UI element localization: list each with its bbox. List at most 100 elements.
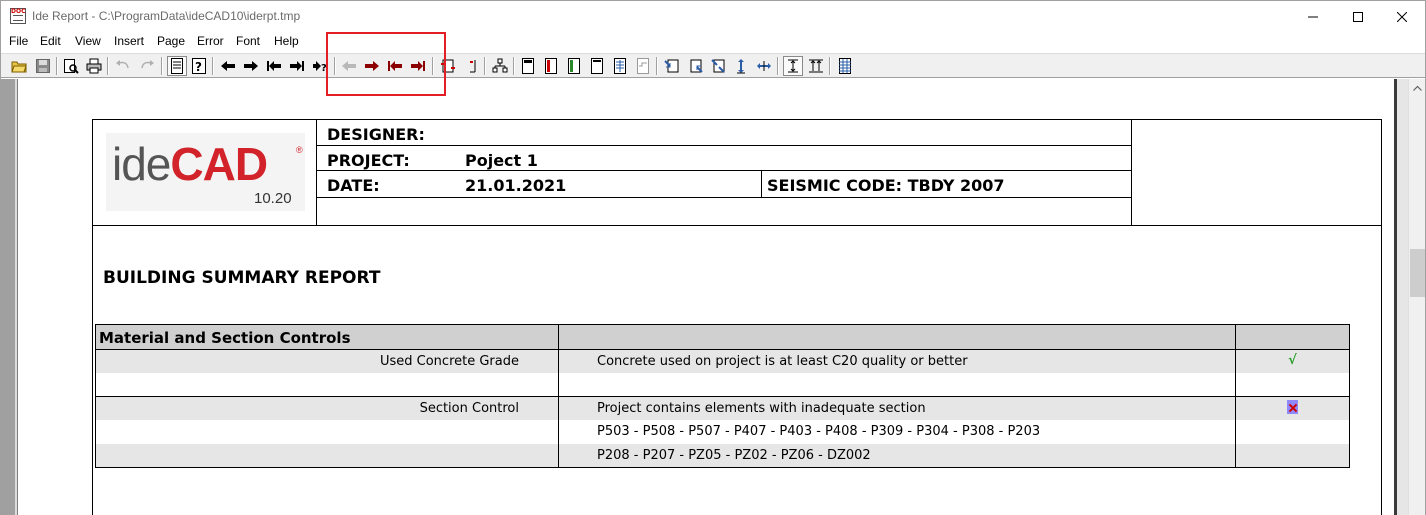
- toolbar-separator: [334, 57, 336, 75]
- menu-help[interactable]: Help: [273, 34, 300, 48]
- logo-cad-text: CAD: [170, 138, 268, 190]
- scroll-up-button[interactable]: [1409, 79, 1426, 96]
- single-page-button[interactable]: [783, 56, 803, 76]
- report-window: DOC Ide Report - C:\ProgramData\ideCAD10…: [0, 0, 1426, 515]
- table-header-row: Material and Section Controls: [96, 325, 1349, 350]
- tree-icon: [492, 58, 508, 73]
- toolbar-separator: [161, 57, 163, 75]
- project-label: PROJECT:: [327, 151, 410, 170]
- next-error-button[interactable]: [362, 56, 382, 76]
- zoom-2-button[interactable]: [685, 56, 705, 76]
- layout-1-icon: [522, 58, 534, 74]
- menu-edit[interactable]: Edit: [39, 34, 62, 48]
- goto-page-button[interactable]: ?: [310, 56, 330, 76]
- context-help-button[interactable]: ?: [189, 56, 209, 76]
- redo-icon: [141, 60, 154, 69]
- refresh-button[interactable]: [438, 56, 458, 76]
- menu-font[interactable]: Font: [235, 34, 261, 48]
- open-button[interactable]: [9, 56, 29, 76]
- menu-page[interactable]: Page: [156, 34, 186, 48]
- layout-4-button[interactable]: [587, 56, 607, 76]
- fail-x-icon: [1287, 400, 1298, 414]
- toolbar-separator: [107, 57, 109, 75]
- maximize-button[interactable]: [1335, 1, 1381, 32]
- first-icon: [267, 61, 281, 71]
- project-row: PROJECT: Poject 1: [317, 146, 1131, 171]
- toolbar-separator: [513, 57, 515, 75]
- menu-error[interactable]: Error: [196, 34, 225, 48]
- check-icon: √: [1288, 353, 1297, 368]
- menu-insert[interactable]: Insert: [113, 34, 145, 48]
- close-button[interactable]: [1379, 1, 1425, 32]
- scroll-thumb[interactable]: [1410, 249, 1425, 297]
- layout-2-icon: [545, 58, 557, 74]
- print-button[interactable]: [84, 56, 104, 76]
- page-view-button[interactable]: [167, 56, 187, 76]
- svg-text:?: ?: [321, 63, 327, 72]
- zoom-3-button[interactable]: [708, 56, 728, 76]
- layout-3-icon: [568, 58, 580, 74]
- context-help-icon: ?: [192, 58, 206, 74]
- print-preview-button[interactable]: [61, 56, 81, 76]
- last-error-button[interactable]: [408, 56, 428, 76]
- columns-button[interactable]: [835, 56, 855, 76]
- logo-ide-text: ide: [112, 138, 171, 190]
- layout-4-icon: [591, 58, 603, 74]
- layout-1-button[interactable]: [518, 56, 538, 76]
- zoom-1-button[interactable]: [662, 56, 682, 76]
- multi-page-button[interactable]: [806, 56, 826, 76]
- control-text: Project contains elements with inadequat…: [597, 401, 926, 416]
- first-error-button[interactable]: [385, 56, 405, 76]
- table-row: Section Control Project contains element…: [96, 397, 1349, 420]
- arrow-left-icon: [221, 61, 235, 71]
- last-page-button[interactable]: [287, 56, 307, 76]
- save-button[interactable]: [33, 56, 53, 76]
- open-folder-icon: [11, 61, 27, 73]
- app-doc-icon[interactable]: DOC: [10, 8, 26, 24]
- save-icon: [36, 59, 50, 73]
- layout-2-button[interactable]: [541, 56, 561, 76]
- scroll-left-button[interactable]: [218, 56, 238, 76]
- scroll-right-button[interactable]: [241, 56, 261, 76]
- date-value: 21.01.2021: [465, 176, 567, 195]
- prev-error-button[interactable]: [339, 56, 359, 76]
- page-end-icon: [470, 60, 476, 73]
- vertical-scrollbar[interactable]: [1408, 79, 1425, 515]
- control-text: Concrete used on project is at least C20…: [597, 354, 968, 369]
- columns-icon: [839, 58, 851, 74]
- next-error-icon: [365, 61, 379, 71]
- page-view-icon: [171, 58, 183, 74]
- right-gutter: [1394, 79, 1408, 515]
- undo-button[interactable]: [113, 56, 133, 76]
- project-value: Poject 1: [465, 151, 538, 170]
- menu-file[interactable]: File: [8, 34, 29, 48]
- first-page-button[interactable]: [264, 56, 284, 76]
- column-divider: [1235, 325, 1236, 467]
- arrow-right-icon: [244, 61, 258, 71]
- logo-wordmark: ideCAD: [112, 138, 268, 190]
- multi-page-icon: [809, 59, 823, 73]
- tree-button[interactable]: [490, 56, 510, 76]
- fit-width-button[interactable]: [754, 56, 774, 76]
- minimize-icon: [1308, 16, 1318, 17]
- zoom-1-icon: [664, 59, 679, 73]
- date-row: DATE: 21.01.2021 SEISMIC CODE: TBDY 2007: [317, 171, 1131, 198]
- idecad-logo: ideCAD ® 10.20: [106, 133, 305, 211]
- element-list-line: P208 - P207 - PZ05 - PZ02 - PZ06 - DZ002: [597, 448, 871, 463]
- minimize-button[interactable]: [1290, 1, 1336, 32]
- chevron-up-icon: [1413, 85, 1422, 91]
- redo-button[interactable]: [137, 56, 157, 76]
- toolbar: ? ?: [1, 53, 1425, 78]
- report-title: BUILDING SUMMARY REPORT: [103, 268, 381, 288]
- layout-5-icon: [614, 58, 626, 74]
- fit-height-button[interactable]: [731, 56, 751, 76]
- page-end-button[interactable]: [461, 56, 481, 76]
- seismic-code: SEISMIC CODE: TBDY 2007: [761, 171, 1005, 198]
- layout-5-button[interactable]: [610, 56, 630, 76]
- control-name: Section Control: [419, 401, 519, 416]
- layout-6-button[interactable]: [633, 56, 653, 76]
- layout-3-button[interactable]: [564, 56, 584, 76]
- menu-view[interactable]: View: [74, 34, 102, 48]
- toolbar-separator: [484, 57, 486, 75]
- first-error-icon: [388, 61, 402, 71]
